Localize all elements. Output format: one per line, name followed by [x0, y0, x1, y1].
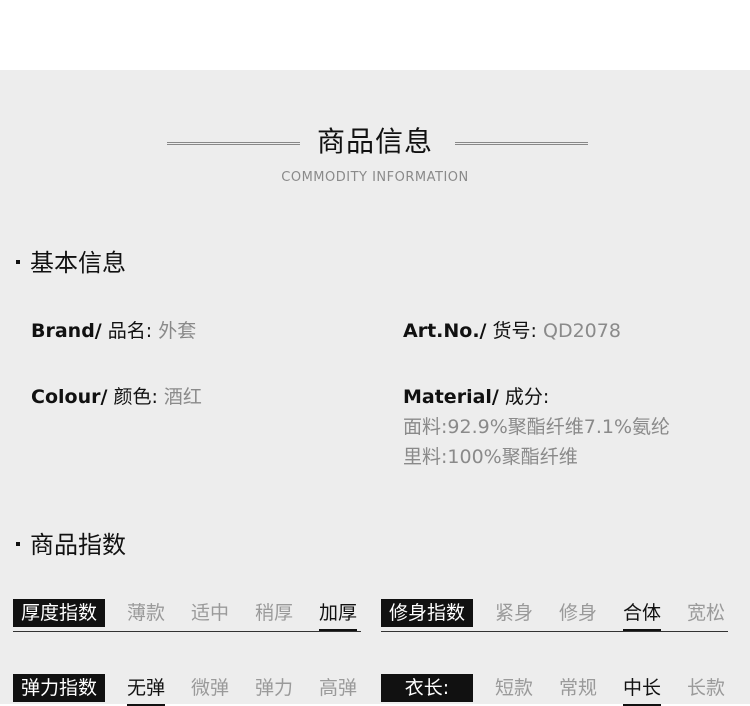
colour-field: Colour/ 颜色: 酒红	[31, 382, 202, 409]
brand-field: Brand/ 品名: 外套	[31, 316, 196, 343]
thickness-option: 适中	[191, 602, 230, 624]
brand-label-en: Brand/	[31, 320, 102, 342]
art-value: QD2078	[543, 320, 621, 342]
thickness-option: 薄款	[127, 602, 166, 624]
elasticity-option: 高弹	[319, 677, 358, 699]
thickness-index: 厚度指数 薄款 适中 稍厚 加厚	[13, 599, 361, 632]
colour-label-cn: 颜色:	[113, 386, 158, 408]
section-subtitle: COMMODITY INFORMATION	[281, 170, 469, 185]
indices-heading-text: 商品指数	[30, 531, 126, 559]
length-index-label: 衣长:	[381, 674, 473, 702]
brand-label-cn: 品名:	[107, 320, 153, 342]
basic-info-heading: 基本信息	[16, 243, 126, 278]
elasticity-index: 弹力指数 无弹 微弹 弹力 高弹	[13, 674, 361, 706]
section-title: 商品信息	[316, 125, 433, 158]
fit-option: 修身	[559, 602, 598, 624]
elasticity-index-label: 弹力指数	[13, 674, 105, 702]
elasticity-option-selected: 无弹	[127, 674, 166, 706]
length-option: 长款	[687, 677, 726, 699]
brand-value: 外套	[158, 320, 197, 342]
length-option: 短款	[495, 677, 534, 699]
fit-option: 紧身	[495, 602, 534, 624]
fit-option: 宽松	[687, 602, 726, 624]
colour-value: 酒红	[163, 386, 202, 408]
thickness-option-selected: 加厚	[319, 599, 358, 631]
thickness-index-label: 厚度指数	[13, 599, 105, 627]
top-blank-area	[0, 0, 750, 70]
art-label-en: Art.No./	[403, 320, 487, 342]
colour-label-en: Colour/	[31, 386, 108, 408]
indices-heading: 商品指数	[16, 525, 126, 560]
bullet-icon	[16, 260, 20, 264]
fit-index-label: 修身指数	[381, 599, 473, 627]
bullet-icon	[16, 542, 20, 546]
length-option-selected: 中长	[623, 674, 662, 706]
fit-option-selected: 合体	[623, 599, 662, 631]
length-index: 衣长: 短款 常规 中长 长款	[381, 674, 728, 706]
length-option: 常规	[559, 677, 598, 699]
basic-info-heading-text: 基本信息	[30, 249, 126, 277]
material-line-1: 面料:92.9%聚酯纤维7.1%氨纶	[403, 416, 671, 438]
elasticity-option: 微弹	[191, 677, 230, 699]
material-field: Material/ 成分:	[403, 382, 549, 409]
art-label-cn: 货号:	[492, 320, 537, 342]
material-label-cn: 成分:	[504, 386, 550, 408]
elasticity-option: 弹力	[255, 677, 294, 699]
fit-index: 修身指数 紧身 修身 合体 宽松	[381, 599, 728, 632]
thickness-option: 稍厚	[255, 602, 294, 624]
art-no-field: Art.No./ 货号: QD2078	[403, 316, 621, 343]
material-label-en: Material/	[403, 386, 499, 408]
material-line-2: 里料:100%聚酯纤维	[403, 446, 578, 468]
